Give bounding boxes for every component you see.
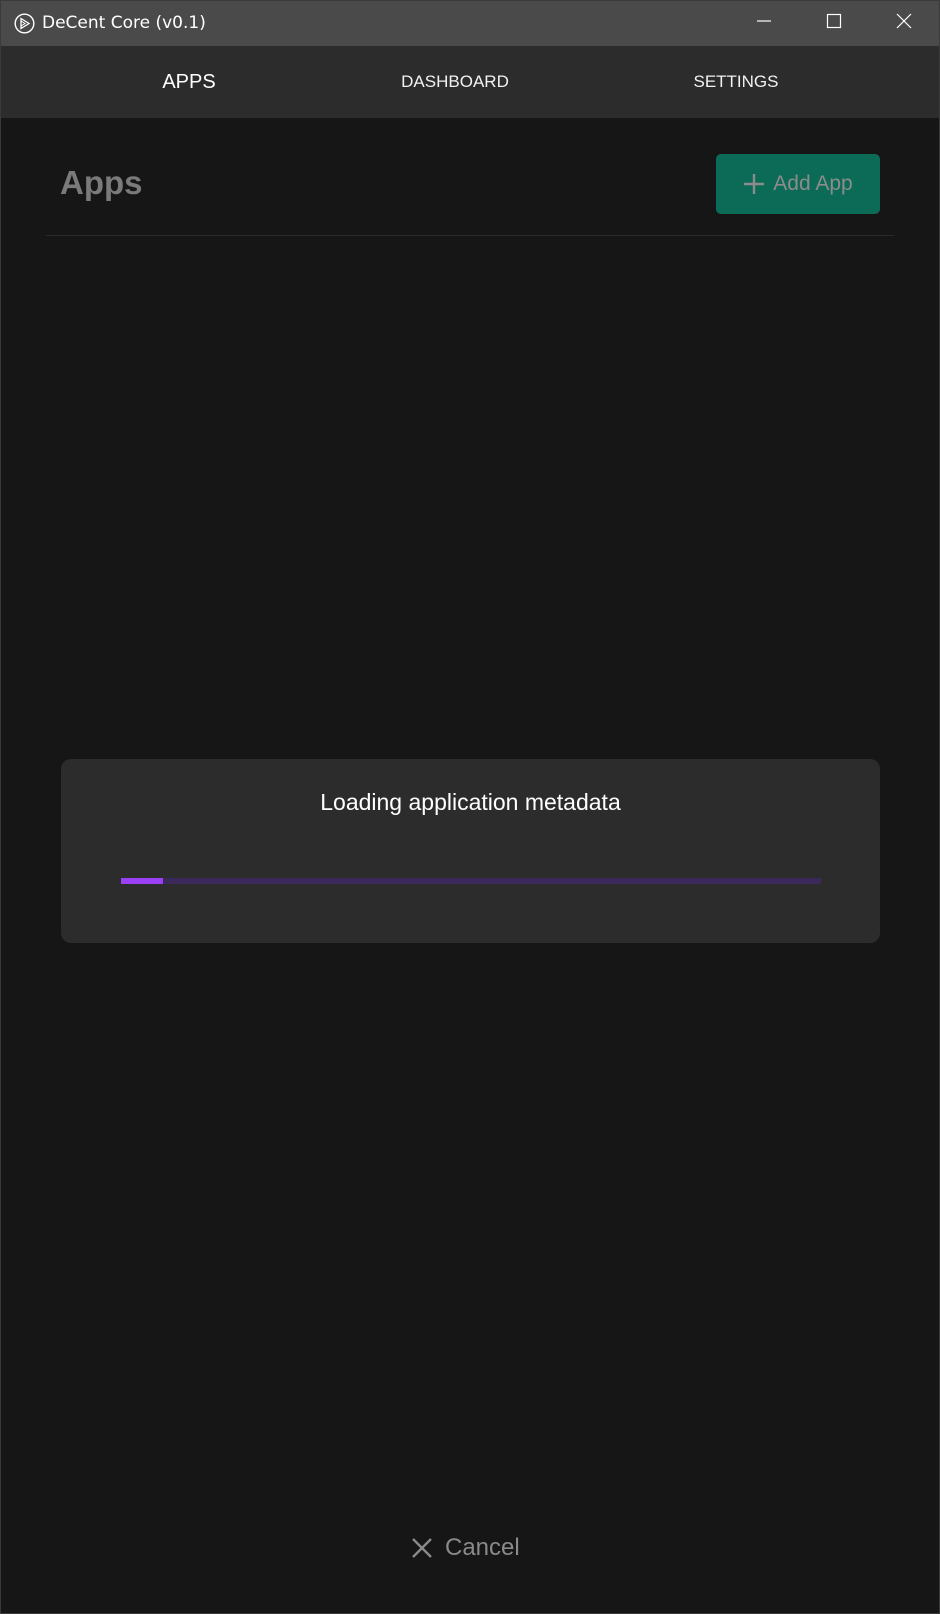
title-bar[interactable]: DeCent Core (v0.1) bbox=[1, 1, 939, 46]
x-icon bbox=[411, 1537, 433, 1559]
close-icon bbox=[896, 13, 912, 34]
close-button[interactable] bbox=[869, 1, 939, 46]
cancel-label: Cancel bbox=[445, 1534, 520, 1561]
maximize-button[interactable] bbox=[799, 1, 869, 46]
page-title: Apps bbox=[60, 164, 143, 201]
tab-settings[interactable]: SETTINGS bbox=[666, 46, 806, 118]
maximize-icon bbox=[826, 13, 842, 34]
app-window: DeCent Core (v0.1) APPS DASHBOARD SETTIN… bbox=[0, 0, 940, 1614]
progress-bar-fill bbox=[121, 878, 163, 884]
plus-icon bbox=[743, 173, 765, 195]
app-logo-icon bbox=[14, 13, 35, 34]
progress-bar bbox=[121, 878, 821, 884]
minimize-button[interactable] bbox=[729, 1, 799, 46]
minimize-icon bbox=[756, 13, 772, 34]
nav-bar: APPS DASHBOARD SETTINGS bbox=[1, 46, 939, 118]
window-title: DeCent Core (v0.1) bbox=[42, 13, 206, 33]
loading-dialog: Loading application metadata bbox=[61, 759, 880, 943]
loading-message: Loading application metadata bbox=[320, 789, 621, 815]
header-divider bbox=[46, 235, 894, 236]
tab-dashboard[interactable]: DASHBOARD bbox=[385, 46, 525, 118]
tab-apps[interactable]: APPS bbox=[119, 46, 259, 118]
cancel-button[interactable]: Cancel bbox=[411, 1526, 541, 1570]
add-app-label: Add App bbox=[773, 172, 853, 195]
add-app-button[interactable]: Add App bbox=[716, 154, 880, 214]
